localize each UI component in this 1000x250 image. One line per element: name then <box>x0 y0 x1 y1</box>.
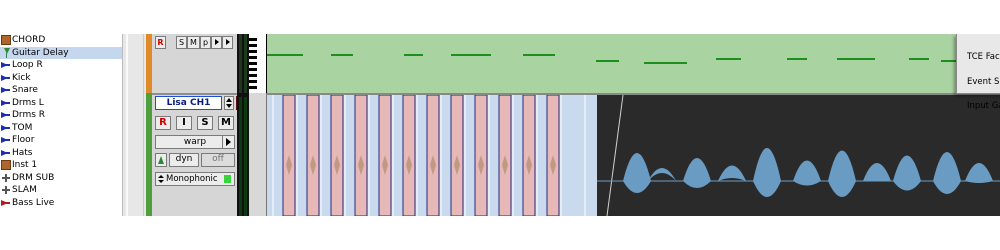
elastic-mode-value: Monophonic <box>166 174 218 184</box>
audio-input-button[interactable]: I <box>176 116 192 130</box>
arrow-down-icon <box>226 104 232 108</box>
mini-keyboard[interactable] <box>249 34 267 93</box>
audio-track-lane[interactable] <box>267 95 1000 216</box>
audio-record-button[interactable]: R <box>155 116 171 130</box>
instrument-track-icon <box>1 160 11 171</box>
arrow-up-icon <box>226 98 232 102</box>
elastic-mode-selector[interactable]: Monophonic <box>155 172 235 186</box>
up-down-icon <box>158 175 164 183</box>
track-list-label: Hats <box>12 147 33 158</box>
track-list-item[interactable]: Guitar Delay <box>0 46 122 59</box>
audio-waveform-region[interactable] <box>597 95 1000 216</box>
audio-track-name[interactable]: Lisa CH1 <box>155 96 222 110</box>
elastic-audio-icon <box>158 156 164 164</box>
track-list-item[interactable]: CHORD <box>0 34 122 47</box>
arrow-right-icon <box>225 39 230 45</box>
bus-track-icon <box>1 185 11 195</box>
midi-track-icon <box>1 198 11 208</box>
instrument-track-icon <box>1 35 11 46</box>
pro-tools-edit-window: CHORD Guitar Delay Loop R Kick Snare Drms L Dr… <box>0 34 1000 216</box>
midi-expand-button[interactable] <box>222 36 233 49</box>
menu-item-tce-factory[interactable]: TCE Factory <box>967 52 1000 62</box>
midi-note[interactable] <box>716 58 741 60</box>
menu-item-event-settings[interactable]: Event Settings <box>967 77 1000 87</box>
midi-note[interactable] <box>909 58 929 60</box>
track-list: CHORD Guitar Delay Loop R Kick Snare Drms L Dr… <box>0 34 122 216</box>
audio-track-icon <box>1 85 11 95</box>
track-headers: R S M p Lisa CH1 R I S M warp dyn off Mo… <box>152 34 244 216</box>
arrow-right-icon <box>222 136 234 148</box>
menu-item-input-gain[interactable]: Input Gain <box>967 101 1000 111</box>
track-list-item[interactable]: DRM SUB <box>0 172 122 185</box>
audio-track-icon <box>1 148 11 158</box>
track-list-label: DRM SUB <box>12 172 55 183</box>
midi-record-button[interactable]: R <box>155 36 166 49</box>
track-list-label: SLAM <box>12 185 37 195</box>
midi-mute-button[interactable]: M <box>187 36 200 49</box>
track-list-label: Kick <box>12 72 31 83</box>
audio-track-icon <box>1 135 11 145</box>
track-view-selector[interactable]: warp <box>155 135 235 149</box>
audio-solo-button[interactable]: S <box>197 116 213 130</box>
arrow-right-icon <box>214 39 219 45</box>
status-led <box>224 175 231 183</box>
audio-track-icon <box>1 123 11 133</box>
track-view-value: warp <box>183 137 207 147</box>
midi-note[interactable] <box>451 54 491 56</box>
track-list-item[interactable]: SLAM <box>0 184 122 197</box>
track-list-label: Bass Live <box>12 197 55 208</box>
midi-note[interactable] <box>644 62 687 64</box>
track-list-item[interactable]: Bass Live <box>0 197 122 210</box>
audio-track-icon <box>1 98 11 108</box>
audio-clips <box>272 95 1000 216</box>
midi-note[interactable] <box>787 58 807 60</box>
midi-note[interactable] <box>331 54 353 56</box>
track-list-item[interactable]: Loop R <box>0 59 122 72</box>
track-list-label: Guitar Delay <box>12 47 69 58</box>
midi-note[interactable] <box>404 54 423 56</box>
track-list-item[interactable]: TOM <box>0 122 122 135</box>
elastic-audio-icon-button[interactable] <box>155 153 167 167</box>
track-list-item[interactable]: Drms R <box>0 109 122 122</box>
midi-solo-button[interactable]: S <box>176 36 187 49</box>
track-list-label: Drms R <box>12 110 46 120</box>
track-list-item[interactable]: Floor <box>0 134 122 147</box>
dyn-button[interactable]: dyn <box>169 153 199 167</box>
midi-note[interactable] <box>267 54 303 56</box>
track-list-label: TOM <box>12 122 33 133</box>
level-meters <box>237 34 249 216</box>
audio-track-icon <box>1 60 11 70</box>
off-button[interactable]: off <box>201 153 235 167</box>
dyn-row: dyn off <box>155 153 235 167</box>
midi-note[interactable] <box>837 58 875 60</box>
track-divider <box>152 93 237 95</box>
track-list-label: Floor <box>12 135 35 145</box>
midi-playlist-button[interactable]: p <box>200 36 211 49</box>
track-list-label: Drms L <box>12 97 44 108</box>
track-list-item[interactable]: Inst 1 <box>0 159 122 172</box>
aux-track-icon <box>1 47 11 58</box>
waveform-ruler <box>249 93 267 216</box>
audio-track-icon <box>1 73 11 83</box>
midi-note[interactable] <box>523 54 555 56</box>
track-list-label: Snare <box>12 85 38 95</box>
track-list-item[interactable]: Snare <box>0 84 122 97</box>
track-list-item[interactable]: Hats <box>0 147 122 160</box>
audio-mute-button[interactable]: M <box>218 116 234 130</box>
track-list-label: CHORD <box>12 35 46 45</box>
track-name-stepper[interactable] <box>224 96 234 110</box>
bus-track-icon <box>1 173 11 183</box>
track-list-item[interactable]: Kick <box>0 72 122 85</box>
audio-track-icon <box>1 110 11 120</box>
midi-options-button[interactable] <box>211 36 222 49</box>
context-menu: TCE Factory Event Settings Input Gain <box>956 34 1000 111</box>
track-list-label: Inst 1 <box>12 160 38 170</box>
midi-note[interactable] <box>596 60 619 62</box>
track-list-item[interactable]: Drms L <box>0 97 122 110</box>
track-list-label: Loop R <box>12 60 43 70</box>
midi-track-lane[interactable] <box>267 34 1000 93</box>
